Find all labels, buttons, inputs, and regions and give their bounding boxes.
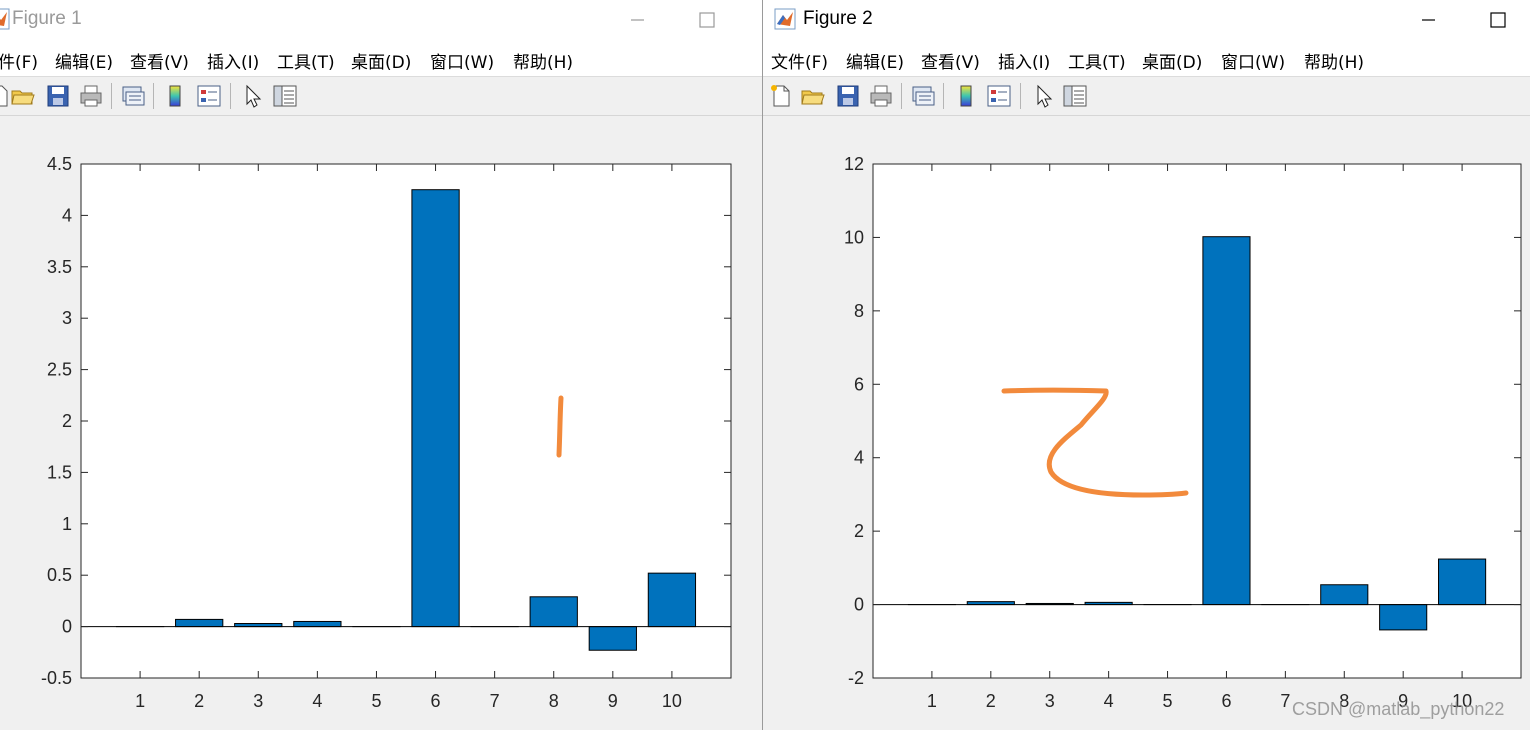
y-tick-label: -2 (848, 668, 864, 688)
x-tick-label: 6 (1221, 691, 1231, 711)
x-tick-label: 4 (312, 691, 322, 711)
y-tick-label: 6 (854, 374, 864, 394)
x-tick-label: 7 (1280, 691, 1290, 711)
bar-chart-figure-2[interactable]: -20246810121 2 3 4 5 6 7 8 9 10 (763, 0, 1530, 730)
x-tick-label: 7 (490, 691, 500, 711)
x-tick-label: 6 (431, 691, 441, 711)
y-tick-label: 0 (62, 617, 72, 637)
y-tick-label: 2.5 (47, 360, 72, 380)
x-tick-label: 10 (662, 691, 682, 711)
bar[interactable] (529, 596, 578, 628)
x-tick-label: 1 (927, 691, 937, 711)
plot-area[interactable] (872, 163, 1522, 679)
y-tick-label: 2 (854, 521, 864, 541)
x-tick-label: 4 (1104, 691, 1114, 711)
bar[interactable] (1202, 236, 1251, 606)
x-tick-label: 3 (1045, 691, 1055, 711)
x-tick-label: 3 (253, 691, 263, 711)
y-tick-label: 8 (854, 301, 864, 321)
bar-chart-figure-1[interactable]: -0.5 0 0.5 1 1.5 2 2.5 3 3.5 4 4.5 1 2 3 4 5 6 7 8 9 10 (0, 0, 762, 730)
bar[interactable] (411, 189, 460, 628)
bar[interactable] (1438, 558, 1487, 606)
figure-2-window[interactable]: Figure 2 文件(F) 编辑(E) 查看(V) 插入(I) 工具(T) 桌… (762, 0, 1530, 730)
y-tick-label: 3 (62, 308, 72, 328)
watermark: CSDN @matlab_python22 (1292, 699, 1505, 719)
handwritten-annotation (556, 395, 564, 458)
y-tick-label: 1.5 (47, 462, 72, 482)
bar[interactable] (175, 618, 224, 628)
x-tick-label: 9 (608, 691, 618, 711)
y-tick-label: 4 (62, 205, 72, 225)
y-tick-label: -0.5 (41, 668, 72, 688)
y-tick-label: 0.5 (47, 565, 72, 585)
x-tick-label: 2 (986, 691, 996, 711)
y-tick-label: 10 (844, 227, 864, 247)
bar[interactable] (1379, 604, 1428, 631)
bar[interactable] (588, 626, 637, 651)
x-tick-label: 1 (135, 691, 145, 711)
x-tick-label: 5 (1163, 691, 1173, 711)
y-tick-label: 2 (62, 411, 72, 431)
plot-area[interactable] (80, 163, 732, 679)
bar[interactable] (647, 572, 697, 628)
x-tick-label: 2 (194, 691, 204, 711)
bar[interactable] (1320, 584, 1369, 606)
x-tick-label: 8 (549, 691, 559, 711)
bar[interactable] (293, 620, 342, 628)
y-tick-label: 4.5 (47, 154, 72, 174)
y-tick-label: 3.5 (47, 257, 72, 277)
x-tick-label: 5 (371, 691, 381, 711)
y-tick-label: 1 (62, 514, 72, 534)
y-tick-label: 0 (854, 595, 864, 615)
y-tick-label: 12 (844, 154, 864, 174)
y-tick-label: 4 (854, 448, 864, 468)
figure-1-window[interactable]: Figure 1 件(F) 编辑(E) 查看(V) 插入(I) 工具(T) 桌面… (0, 0, 762, 730)
